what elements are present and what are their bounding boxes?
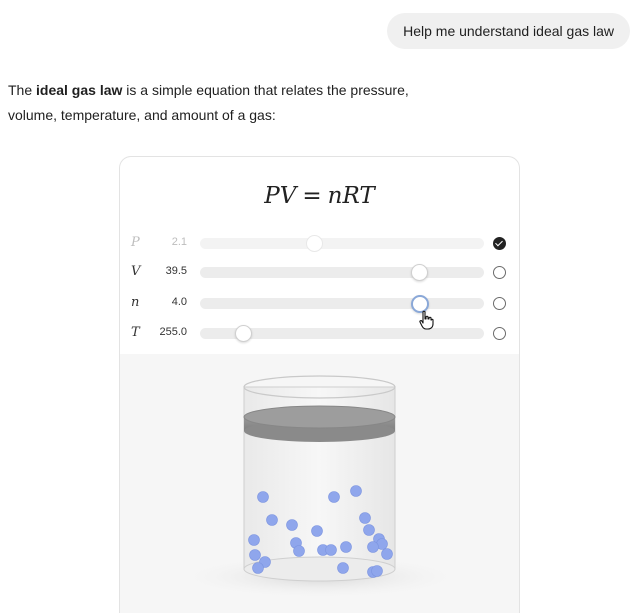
intro-bold-term: ideal gas law [36, 82, 123, 98]
variable-value: 39.5 [165, 265, 187, 277]
gas-particle [286, 519, 298, 531]
user-message-text: Help me understand ideal gas law [403, 23, 614, 39]
amount-slider-track[interactable] [200, 295, 484, 313]
temperature-lock-radio[interactable] [493, 327, 506, 340]
gas-particle [293, 545, 305, 557]
pressure-lock-radio[interactable] [493, 237, 506, 250]
user-message-bubble: Help me understand ideal gas law [387, 13, 630, 49]
piston-top [243, 405, 396, 429]
gas-particle [381, 548, 393, 560]
gas-particle [371, 565, 383, 577]
gas-cylinder-graphic [175, 375, 465, 599]
gas-particle [257, 491, 269, 503]
temperature-slider-track[interactable] [200, 325, 484, 342]
pressure-slider-track[interactable] [200, 235, 484, 252]
variable-row-n: n 4.0 [120, 292, 519, 316]
gas-particle [252, 562, 264, 574]
intro-paragraph: The ideal gas law is a simple equation t… [8, 78, 428, 128]
variable-symbol: n [131, 295, 140, 310]
gas-particle [337, 562, 349, 574]
intro-prefix: The [8, 82, 37, 98]
variable-symbol: P [131, 235, 140, 250]
gas-particle [367, 541, 379, 553]
gas-particle [325, 544, 337, 556]
gas-particle [363, 524, 375, 536]
ideal-gas-widget: PV = nRT P 2.1 V 39.5 n 4.0 T 255.0 [119, 156, 520, 613]
equation-lhs: PV [264, 183, 297, 209]
gas-particle [311, 525, 323, 537]
volume-lock-radio[interactable] [493, 266, 506, 279]
gas-particle [328, 491, 340, 503]
volume-slider-track[interactable] [200, 264, 484, 281]
gas-particle [340, 541, 352, 553]
variable-value: 255.0 [159, 326, 187, 338]
variable-value: 4.0 [171, 296, 187, 308]
variable-row-v: V 39.5 [120, 261, 519, 285]
gas-particle [248, 534, 260, 546]
equation-rhs: nRT [327, 183, 375, 209]
volume-slider-thumb[interactable] [410, 264, 428, 281]
gas-container-visualization [120, 354, 519, 613]
temperature-slider-thumb[interactable] [234, 325, 252, 342]
hand-pointer-icon [419, 310, 434, 330]
gas-particle [266, 514, 278, 526]
pressure-slider-thumb[interactable] [305, 235, 323, 252]
gas-particle [249, 549, 261, 561]
gas-particle [359, 512, 371, 524]
equation-display: PV = nRT [120, 183, 519, 209]
variable-symbol: T [131, 325, 140, 340]
variable-row-t: T 255.0 [120, 322, 519, 346]
variable-symbol: V [131, 264, 141, 279]
variable-row-p: P 2.1 [120, 232, 519, 256]
gas-particle [350, 485, 362, 497]
equation-equals: = [302, 183, 322, 209]
amount-lock-radio[interactable] [493, 297, 506, 310]
variable-value: 2.1 [171, 236, 187, 248]
